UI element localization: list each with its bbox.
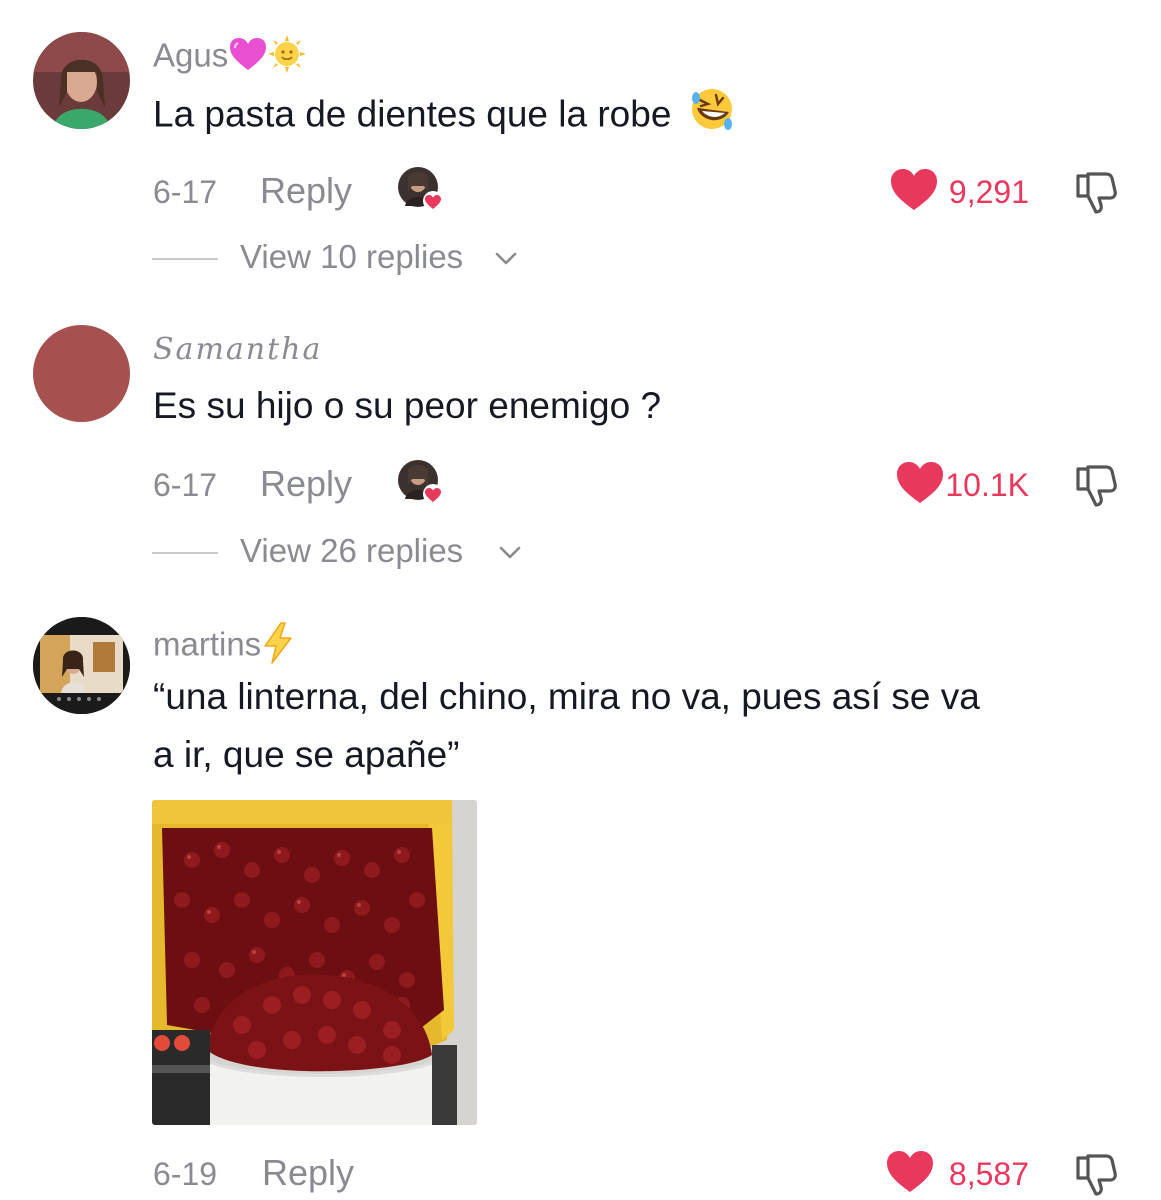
comment-text-line: “una linterna, del chino, mira no va, pu… [153,676,980,717]
lightning-icon [261,622,295,672]
comment-date: 6-17 [153,467,218,503]
creator-liked-icon [397,459,443,505]
comment-meta: 6-17 Reply 10.1K [0,459,1161,509]
comment-date: 6-19 [153,1156,218,1192]
comment-text: “una linterna, del chino, mira no va, pu… [153,668,980,784]
sun-with-face-icon [268,35,307,81]
avatar[interactable] [33,32,130,129]
comment-meta: 6-19 Reply 8,587 [0,1148,1161,1198]
comment-meta: 6-17 Reply 9,291 [0,166,1161,216]
comment-text-line: a ir, que se apañe” [153,734,460,775]
rolling-laughing-icon [688,84,736,149]
view-replies-button[interactable]: View 10 replies [0,236,1161,280]
username-text: Agus [153,36,229,74]
creator-liked-icon [397,166,443,212]
divider-line [152,552,218,554]
divider-line [152,258,218,260]
username[interactable]: martins [153,622,295,672]
dislike-icon[interactable] [1072,168,1120,216]
like-count: 8,587 [948,1156,1029,1192]
purple-heart-icon [228,36,268,80]
like-heart-icon[interactable] [890,168,938,212]
like-heart-icon[interactable] [886,1150,934,1194]
dislike-icon[interactable] [1072,1150,1120,1198]
view-replies-button[interactable]: View 26 replies [0,530,1161,574]
chevron-down-icon [494,250,518,268]
username[interactable]: Samantha [153,332,322,367]
like-heart-icon[interactable] [896,461,944,505]
reply-button[interactable]: Reply [262,1152,354,1194]
reply-button[interactable]: Reply [260,463,352,505]
username-text: martins [153,625,262,663]
view-replies-label: View 10 replies [240,238,464,275]
reply-button[interactable]: Reply [260,170,352,212]
like-count: 9,291 [948,174,1029,210]
avatar[interactable] [33,617,130,714]
comment-text: La pasta de dientes que la robe [153,84,736,149]
like-count: 10.1K [945,467,1029,503]
chevron-down-icon [498,544,522,562]
comment-text: Es su hijo o su peor enemigo ? [153,385,662,426]
comment-text-content: La pasta de dientes que la robe [153,93,672,135]
avatar[interactable] [33,325,130,422]
username[interactable]: Agus [153,35,307,81]
comment-date: 6-17 [153,174,218,210]
view-replies-label: View 26 replies [240,532,464,569]
cherries-photo-attachment[interactable] [152,800,477,1125]
dislike-icon[interactable] [1072,461,1120,509]
